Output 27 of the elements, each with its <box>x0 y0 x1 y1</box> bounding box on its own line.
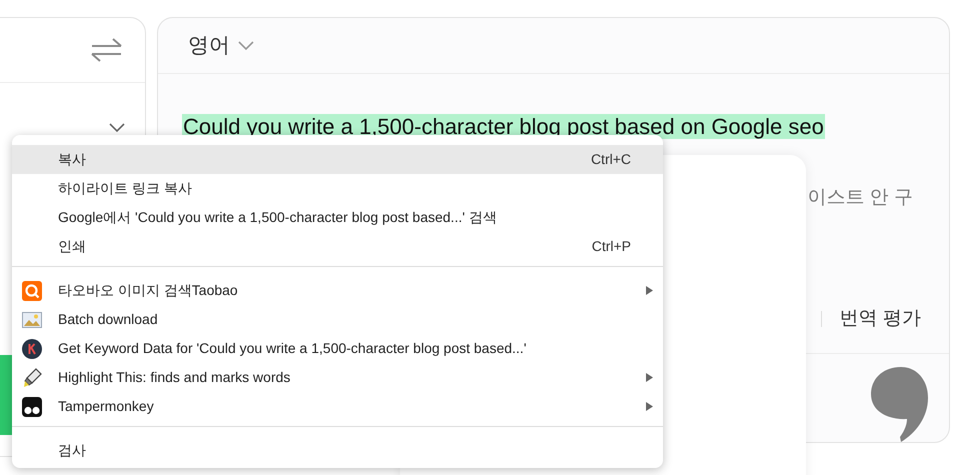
translation-text: 이스트 안 구 <box>807 186 913 210</box>
chevron-icon[interactable] <box>238 40 254 50</box>
menu-item[interactable]: Get Keyword Data for 'Could you write a 1,500-character blog post based...' <box>12 334 663 363</box>
submenu-arrow-icon <box>646 373 653 382</box>
shortcut-text: Ctrl+P <box>592 237 631 256</box>
menu-item[interactable]: 타오바오 이미지 검색Taobao <box>12 276 663 305</box>
menu-item[interactable]: 복사 Ctrl+C <box>12 145 663 174</box>
shortcut-text: Ctrl+C <box>590 150 631 169</box>
tampermonkey-icon <box>22 396 42 416</box>
menu-item[interactable]: Batch download <box>12 305 663 334</box>
menu-item[interactable]: Tampermonkey <box>12 392 663 421</box>
menu-item[interactable]: 검사 <box>12 436 663 465</box>
rate-translation-button[interactable]: 번역 평가 <box>840 304 921 333</box>
submenu-arrow-icon <box>646 402 653 411</box>
k-circle-icon <box>22 338 42 358</box>
language-selector[interactable]: 영어 <box>188 30 230 62</box>
menu-item[interactable]: 인쇄 Ctrl+P <box>12 232 663 261</box>
magnifier-icon <box>22 280 42 300</box>
swap-icon[interactable] <box>91 38 123 62</box>
menu-item[interactable]: Google에서 'Could you write a 1,500-character blog post based...' 검색 <box>12 203 663 232</box>
menu-item[interactable]: Highlight This: finds and marks words <box>12 363 663 392</box>
comma-logo-icon <box>871 367 929 442</box>
marker-icon <box>22 368 42 388</box>
submenu-arrow-icon <box>646 286 653 295</box>
menu-item[interactable]: 하이라이트 링크 복사 <box>12 174 663 203</box>
image-icon <box>22 312 42 328</box>
chevron-icon[interactable] <box>109 123 125 133</box>
